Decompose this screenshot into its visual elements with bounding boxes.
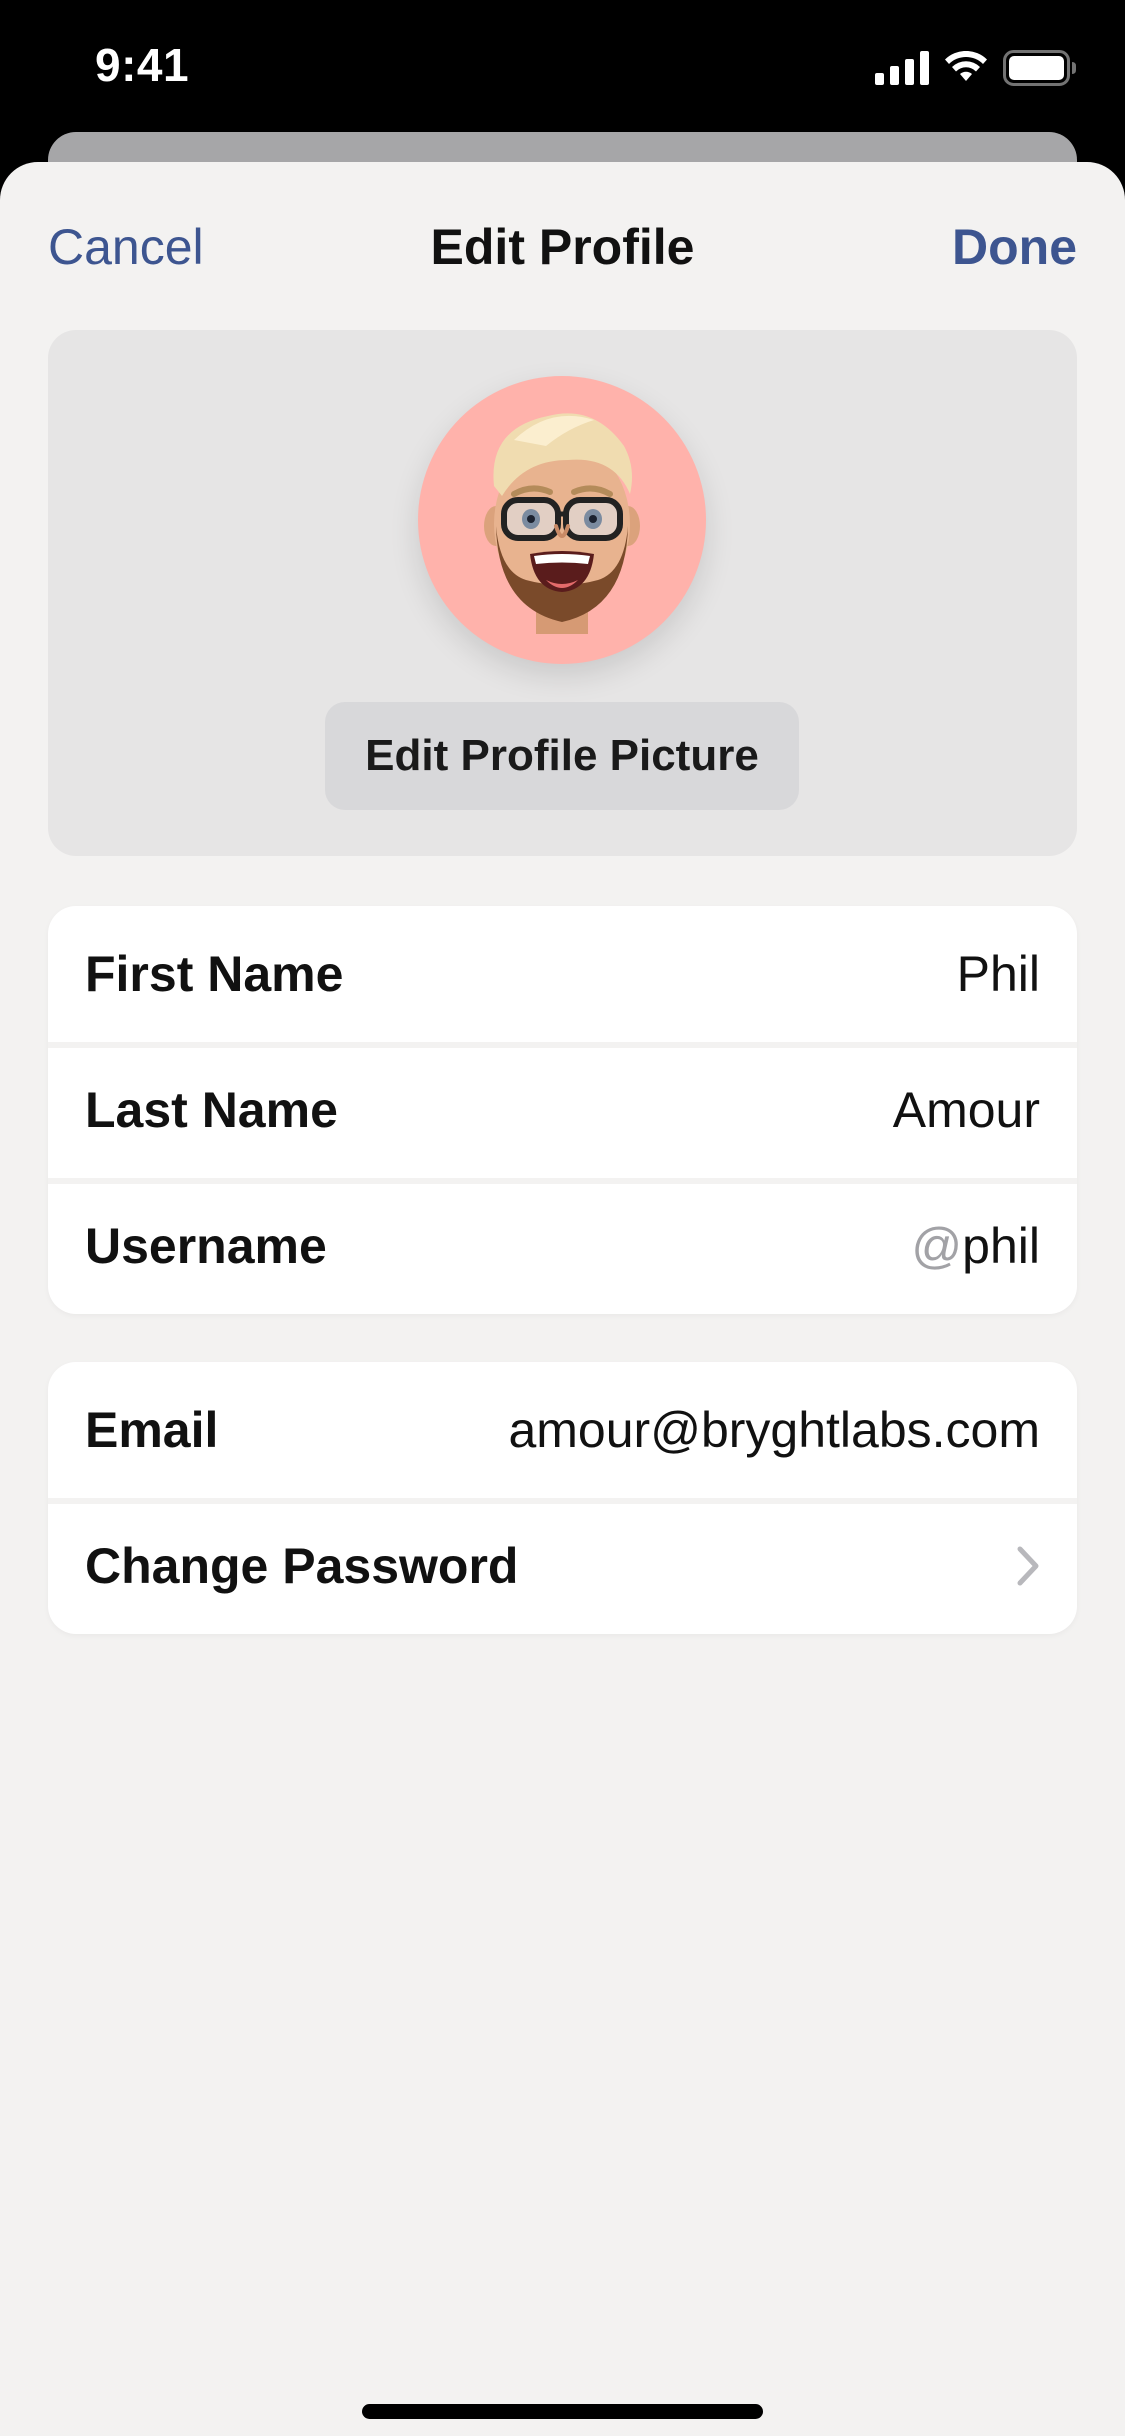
email-label: Email [85, 1402, 219, 1458]
name-fields-group: First Name Phil Last Name Amour Username… [48, 906, 1077, 1314]
first-name-label: First Name [85, 946, 344, 1002]
username-field[interactable]: @phil [911, 1217, 1040, 1275]
last-name-row[interactable]: Last Name Amour [48, 1042, 1077, 1178]
account-group: Email amour@bryghtlabs.com Change Passwo… [48, 1362, 1077, 1634]
email-row[interactable]: Email amour@bryghtlabs.com [48, 1362, 1077, 1498]
status-time: 9:41 [95, 39, 190, 91]
change-password-label: Change Password [85, 1538, 519, 1594]
chevron-right-icon [1016, 1545, 1040, 1587]
first-name-field[interactable]: Phil [957, 945, 1040, 1003]
status-bar: 9:41 [0, 0, 1125, 135]
change-password-row[interactable]: Change Password [48, 1498, 1077, 1634]
username-row[interactable]: Username @phil [48, 1178, 1077, 1314]
done-button[interactable]: Done [952, 218, 1077, 276]
navigation-bar: Cancel Edit Profile Done [0, 162, 1125, 332]
username-value: phil [962, 1218, 1040, 1274]
edit-profile-picture-button[interactable]: Edit Profile Picture [325, 702, 799, 810]
home-indicator [362, 2404, 763, 2419]
edit-profile-sheet: Cancel Edit Profile Done Edit Profile Pi… [0, 162, 1125, 2436]
last-name-field[interactable]: Amour [893, 1081, 1040, 1139]
wifi-icon [943, 51, 989, 85]
avatar [418, 376, 706, 664]
email-field[interactable]: amour@bryghtlabs.com [508, 1401, 1040, 1459]
profile-picture-panel: Edit Profile Picture [48, 330, 1077, 856]
cellular-signal-icon [875, 51, 929, 85]
status-icons [875, 48, 1077, 88]
username-label: Username [85, 1218, 327, 1274]
first-name-row[interactable]: First Name Phil [48, 906, 1077, 1042]
username-prefix: @ [911, 1218, 963, 1274]
memoji-avatar-icon [484, 413, 640, 634]
battery-icon [1003, 50, 1077, 86]
last-name-label: Last Name [85, 1082, 338, 1138]
screen: 9:41 Cancel Edit Profile Done Edit Profi… [0, 0, 1125, 2436]
